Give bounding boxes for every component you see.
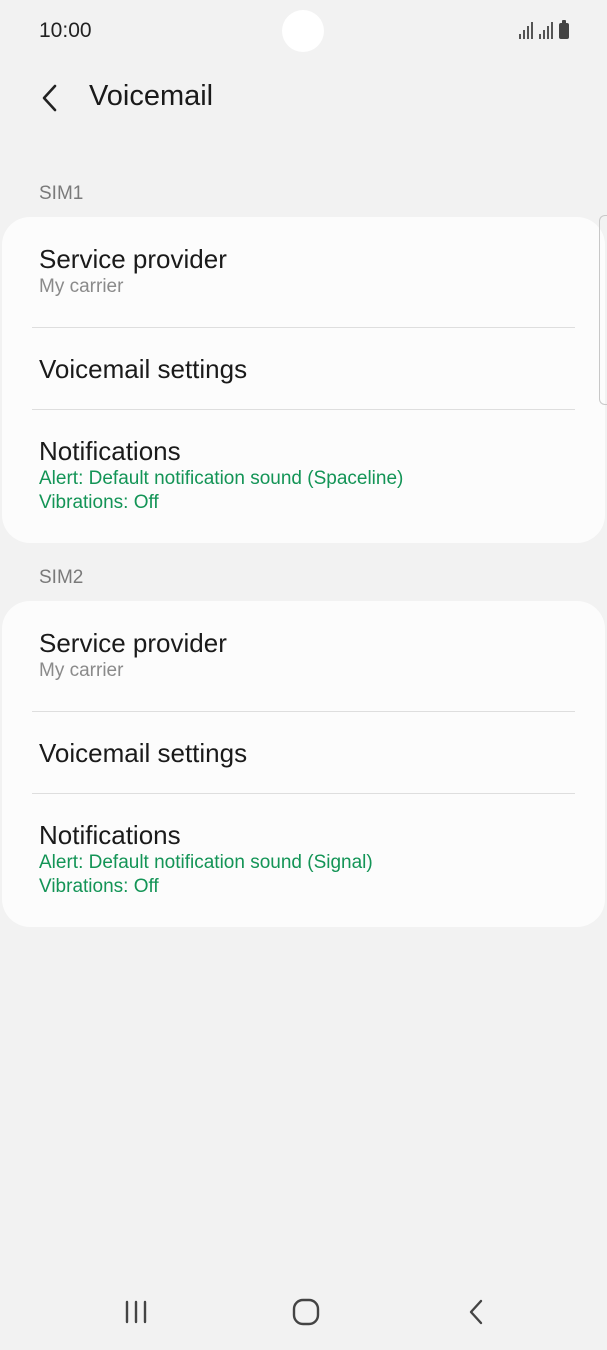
notifications-vibrations: Vibrations: Off (39, 492, 159, 513)
sim1-notifications[interactable]: Notifications Alert: Default notificatio… (2, 410, 605, 515)
sim2-card: Service provider My carrier Voicemail se… (2, 601, 605, 927)
signal-sim1-icon (519, 21, 533, 39)
sim2-service-provider[interactable]: Service provider My carrier (2, 601, 605, 711)
notifications-title: Notifications (39, 820, 181, 850)
service-provider-value: My carrier (39, 660, 124, 681)
sim1-voicemail-settings[interactable]: Voicemail settings (2, 328, 605, 409)
back-button[interactable] (30, 78, 70, 118)
back-icon (469, 1299, 483, 1325)
voicemail-settings-title: Voicemail settings (39, 738, 248, 768)
chevron-left-icon (42, 84, 57, 112)
service-provider-title: Service provider (39, 244, 227, 274)
nav-bar (0, 1280, 607, 1350)
service-provider-value: My carrier (39, 276, 124, 297)
scrollbar[interactable] (599, 215, 607, 405)
sim2-voicemail-settings[interactable]: Voicemail settings (2, 712, 605, 793)
voicemail-settings-title: Voicemail settings (39, 354, 248, 384)
status-time: 10:00 (39, 19, 92, 42)
notifications-vibrations: Vibrations: Off (39, 876, 159, 897)
notifications-title: Notifications (39, 436, 181, 466)
sim1-service-provider[interactable]: Service provider My carrier (2, 217, 605, 327)
signal-sim2-icon (539, 21, 553, 39)
home-icon (292, 1298, 320, 1326)
home-button[interactable] (276, 1292, 336, 1332)
battery-icon (559, 20, 569, 39)
nav-back-button[interactable] (446, 1292, 506, 1332)
camera-cutout (282, 10, 324, 52)
sim2-notifications[interactable]: Notifications Alert: Default notificatio… (2, 794, 605, 899)
status-icons (519, 20, 569, 39)
notifications-alert: Alert: Default notification sound (Signa… (39, 852, 373, 873)
sim1-card: Service provider My carrier Voicemail se… (2, 217, 605, 543)
status-bar: 10:00 (0, 0, 607, 64)
app-bar: Voicemail (0, 70, 607, 126)
page-title: Voicemail (89, 80, 214, 112)
recent-apps-icon (125, 1300, 147, 1324)
section-label-sim2: SIM2 (39, 567, 84, 588)
section-label-sim1: SIM1 (39, 183, 84, 204)
service-provider-title: Service provider (39, 628, 227, 658)
recent-apps-button[interactable] (106, 1292, 166, 1332)
notifications-alert: Alert: Default notification sound (Space… (39, 468, 404, 489)
